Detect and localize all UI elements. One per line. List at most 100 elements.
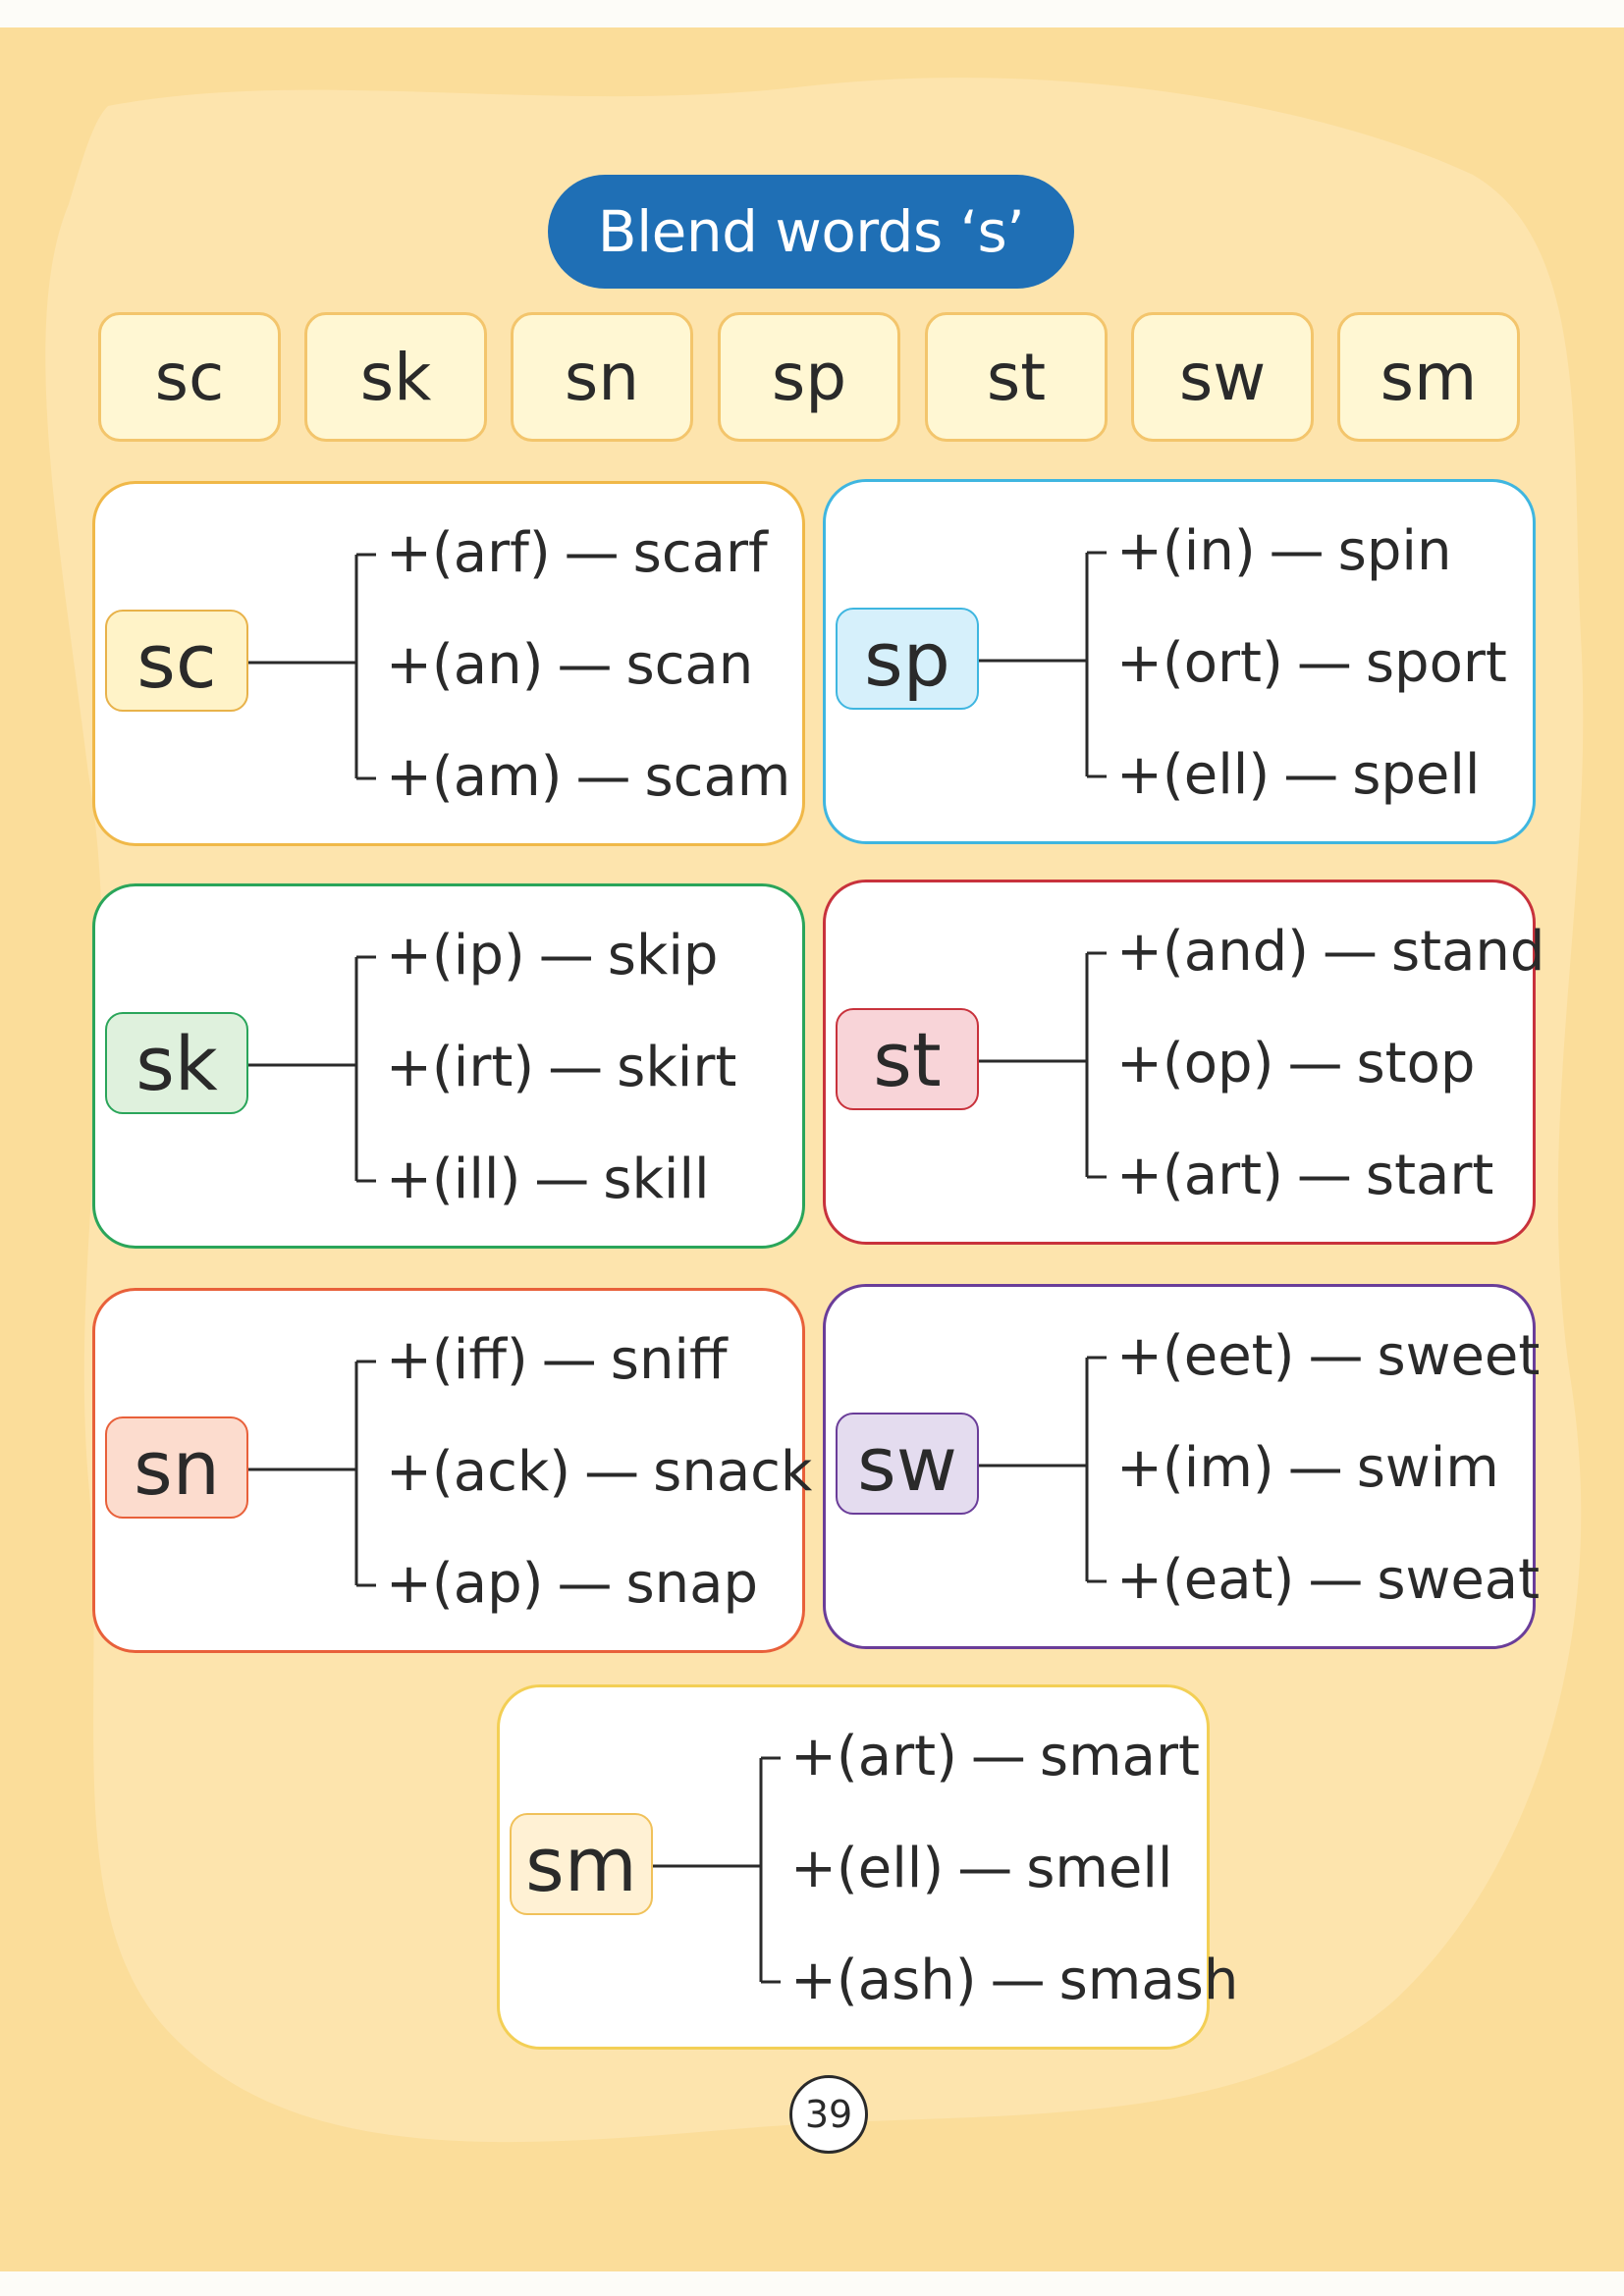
dash-connector: — — [584, 1440, 640, 1504]
word-ending: +(ort) — [1116, 631, 1283, 695]
result-word: skip — [607, 924, 719, 988]
word-ending: +(eet) — [1116, 1324, 1295, 1388]
word-row: +(ell) — smell — [790, 1835, 1172, 1903]
result-word: smart — [1039, 1725, 1200, 1789]
dash-connector: — — [1308, 1548, 1364, 1612]
word-ending: +(op) — [1116, 1032, 1274, 1095]
word-ending: +(eat) — [1116, 1548, 1295, 1612]
result-word: skirt — [617, 1036, 737, 1099]
word-row: +(ort) — sport — [1116, 629, 1507, 698]
dash-connector: — — [1308, 1324, 1364, 1388]
word-ending: +(ell) — [1116, 743, 1271, 807]
word-row: +(art) — start — [1116, 1142, 1493, 1210]
word-ending: +(ack) — [386, 1440, 571, 1504]
result-word: swim — [1356, 1436, 1499, 1500]
worksheet-page: Blend words ‘s’ sc sk sn sp st sw sm sc +… — [0, 27, 1624, 2271]
word-ending: +(art) — [790, 1725, 957, 1789]
word-ending: +(iff) — [386, 1328, 528, 1392]
dash-connector: — — [970, 1725, 1026, 1789]
word-row: +(ip) — skip — [386, 922, 718, 990]
result-word: scarf — [632, 521, 768, 585]
word-row: +(and) — stand — [1116, 918, 1544, 987]
dash-connector: — — [575, 745, 631, 809]
result-word: snap — [625, 1552, 759, 1616]
blend-tile-sp: sp — [718, 312, 900, 442]
word-ending: +(art) — [1116, 1144, 1283, 1207]
dash-connector: — — [538, 924, 594, 988]
result-word: scam — [644, 745, 791, 809]
dash-connector: — — [1287, 1436, 1343, 1500]
result-word: scan — [625, 633, 754, 697]
result-word: sweat — [1377, 1548, 1541, 1612]
word-row: +(in) — spin — [1116, 517, 1451, 586]
dash-connector: — — [957, 1837, 1013, 1900]
blend-tile-sn: sn — [511, 312, 693, 442]
result-word: smell — [1026, 1837, 1173, 1900]
word-row: +(ap) — snap — [386, 1550, 758, 1619]
blend-card-sn: sn +(iff) — sniff +(ack) — snack +(ap) — snap — [92, 1288, 812, 1653]
result-word: start — [1365, 1144, 1494, 1207]
dash-connector: — — [541, 1328, 597, 1392]
blend-tile-sw: sw — [1131, 312, 1314, 442]
word-row: +(ell) — spell — [1116, 741, 1480, 810]
dash-connector: — — [557, 1552, 613, 1616]
result-word: smash — [1058, 1949, 1239, 2012]
dash-connector: — — [990, 1949, 1046, 2012]
result-word: sniff — [610, 1328, 728, 1392]
blend-card-sw: sw +(eet) — sweet +(im) — swim +(eat) — sweat — [823, 1284, 1540, 1649]
blend-card-sk: sk +(ip) — skip +(irt) — skirt +(ill) — skill — [92, 883, 805, 1249]
result-word: stand — [1390, 920, 1545, 984]
dash-connector: — — [548, 1036, 604, 1099]
word-row: +(eat) — sweat — [1116, 1546, 1540, 1615]
word-row: +(an) — scan — [386, 631, 753, 700]
word-ending: +(ap) — [386, 1552, 544, 1616]
page-title: Blend words ‘s’ — [548, 175, 1074, 289]
word-row: +(arf) — scarf — [386, 519, 768, 588]
blend-tile-sm: sm — [1337, 312, 1520, 442]
word-ending: +(and) — [1116, 920, 1309, 984]
result-word: sport — [1365, 631, 1507, 695]
word-row: +(ash) — smash — [790, 1947, 1238, 2015]
word-ending: +(im) — [1116, 1436, 1274, 1500]
word-row: +(art) — smart — [790, 1723, 1200, 1791]
word-ending: +(am) — [386, 745, 563, 809]
blend-tile-sk: sk — [304, 312, 487, 442]
word-row: +(im) — swim — [1116, 1434, 1499, 1503]
word-row: +(op) — stop — [1116, 1030, 1475, 1098]
word-row: +(eet) — sweet — [1116, 1322, 1540, 1391]
dash-connector: — — [564, 521, 620, 585]
word-ending: +(ash) — [790, 1949, 977, 2012]
word-ending: +(ip) — [386, 924, 525, 988]
result-word: snack — [653, 1440, 813, 1504]
result-word: spin — [1337, 519, 1452, 583]
dash-connector: — — [1296, 631, 1352, 695]
word-ending: +(arf) — [386, 521, 551, 585]
word-row: +(iff) — sniff — [386, 1326, 728, 1395]
word-row: +(ill) — skill — [386, 1146, 710, 1214]
blend-tile-st: st — [925, 312, 1108, 442]
word-ending: +(an) — [386, 633, 544, 697]
dash-connector: — — [534, 1148, 590, 1211]
result-word: spell — [1352, 743, 1481, 807]
dash-connector: — — [1296, 1144, 1352, 1207]
blend-card-sm: sm +(art) — smart +(ell) — smell +(ash) — smash — [497, 1684, 1238, 2050]
dash-connector: — — [1269, 519, 1325, 583]
result-word: skill — [603, 1148, 710, 1211]
page-number: 39 — [789, 2075, 868, 2154]
dash-connector: — — [557, 633, 613, 697]
blend-tile-sc: sc — [98, 312, 281, 442]
word-ending: +(ell) — [790, 1837, 945, 1900]
word-row: +(irt) — skirt — [386, 1034, 736, 1102]
result-word: stop — [1356, 1032, 1476, 1095]
dash-connector: — — [1287, 1032, 1343, 1095]
word-row: +(am) — scam — [386, 743, 790, 812]
blend-card-st: st +(and) — stand +(op) — stop +(art) — start — [823, 880, 1544, 1245]
result-word: sweet — [1377, 1324, 1541, 1388]
word-ending: +(in) — [1116, 519, 1256, 583]
blend-card-sp: sp +(in) — spin +(ort) — sport +(ell) — spell — [823, 479, 1536, 844]
dash-connector: — — [1283, 743, 1339, 807]
word-ending: +(irt) — [386, 1036, 535, 1099]
word-row: +(ack) — snack — [386, 1438, 812, 1507]
blend-card-sc: sc +(arf) — scarf +(an) — scan +(am) — scam — [92, 481, 805, 846]
dash-connector: — — [1322, 920, 1378, 984]
